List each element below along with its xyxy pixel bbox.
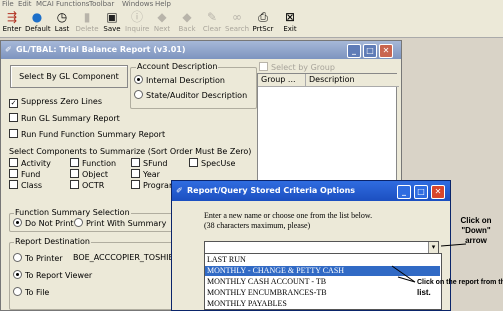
annotation-arrows	[391, 243, 467, 283]
